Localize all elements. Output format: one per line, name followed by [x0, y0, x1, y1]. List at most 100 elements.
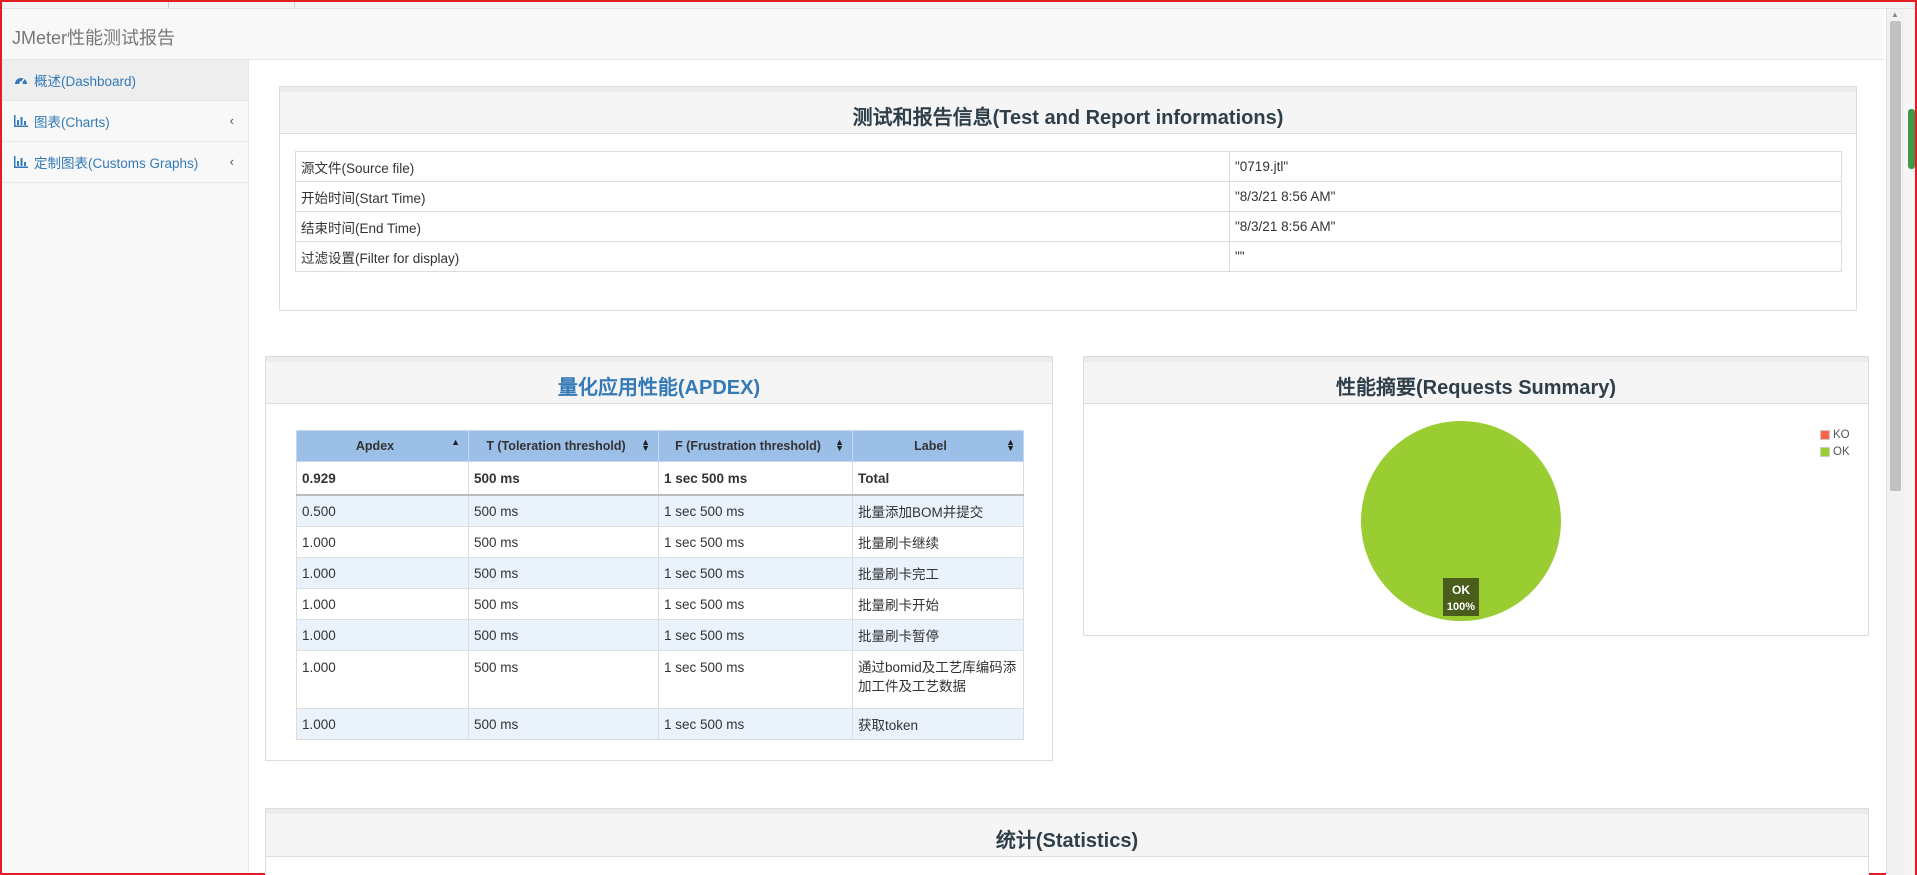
info-key: 结束时间(End Time) — [295, 211, 1230, 242]
col-header-toleration[interactable]: T (Toleration threshold) ▲ ▼ — [468, 430, 659, 462]
cell: 批量刷卡开始 — [852, 588, 1024, 620]
test-info-title: 测试和报告信息(Test and Report informations) — [852, 107, 1284, 129]
cell: 获取token — [852, 708, 1024, 740]
main-content: 测试和报告信息(Test and Report informations) 源文… — [249, 60, 1885, 875]
apdex-title[interactable]: 量化应用性能(APDEX) — [558, 377, 760, 399]
sort-icon: ▲ ▼ — [835, 437, 844, 453]
col-header-apdex[interactable]: Apdex ▲ — [296, 430, 469, 462]
apdex-panel: 量化应用性能(APDEX) Apdex ▲ T (Toleration thres… — [265, 356, 1053, 761]
col-header-label[interactable]: Label ▲ ▼ — [852, 430, 1024, 462]
tab-divider — [294, 2, 295, 8]
table-row: 1.000 500 ms 1 sec 500 ms 通过bomid及工艺库编码添… — [296, 650, 1024, 709]
cell: 500 ms — [468, 494, 659, 527]
cell: 0.500 — [296, 494, 469, 527]
cell: 0.929 — [296, 461, 469, 496]
browser-tab-strip — [2, 2, 1915, 9]
table-row-total: 0.929 500 ms 1 sec 500 ms Total — [296, 461, 1024, 496]
cell: 批量刷卡暂停 — [852, 619, 1024, 651]
summary-header: 性能摘要(Requests Summary) — [1084, 357, 1868, 404]
pie-data-label: OK 100% — [1443, 578, 1479, 616]
statistics-panel: 统计(Statistics) — [265, 808, 1869, 875]
info-value: "0719.jtl" — [1229, 151, 1842, 182]
table-row: 1.000 500 ms 1 sec 500 ms 批量刷卡暂停 — [296, 619, 1024, 651]
table-row: 结束时间(End Time) "8/3/21 8:56 AM" — [295, 211, 1842, 242]
sidebar: 概述(Dashboard) 图表(Charts) ‹ 定制图表(Customs … — [2, 60, 249, 873]
sort-asc-icon: ▲ — [451, 437, 460, 447]
chevron-left-icon[interactable]: ‹ — [230, 154, 234, 169]
cell: 批量添加BOM并提交 — [852, 494, 1024, 527]
cell: 500 ms — [468, 588, 659, 620]
cell: 500 ms — [468, 619, 659, 651]
cell: 500 ms — [468, 650, 659, 709]
top-navbar: JMeter性能测试报告 — [2, 9, 1884, 60]
info-value: "8/3/21 8:56 AM" — [1229, 211, 1842, 242]
side-scroll-indicator — [1908, 109, 1915, 169]
cell: 500 ms — [468, 526, 659, 558]
legend-swatch-ok — [1820, 446, 1830, 457]
col-header-frustration[interactable]: F (Frustration threshold) ▲ ▼ — [658, 430, 853, 462]
cell: 1 sec 500 ms — [658, 619, 853, 651]
cell: 批量刷卡完工 — [852, 557, 1024, 589]
table-row: 1.000 500 ms 1 sec 500 ms 获取token — [296, 708, 1024, 740]
cell: 1 sec 500 ms — [658, 557, 853, 589]
cell: 500 ms — [468, 557, 659, 589]
test-info-panel: 测试和报告信息(Test and Report informations) 源文… — [279, 86, 1857, 311]
chevron-left-icon[interactable]: ‹ — [230, 113, 234, 128]
scroll-up-icon[interactable]: ▲ — [1891, 10, 1899, 19]
info-key: 过滤设置(Filter for display) — [295, 241, 1230, 272]
cell: 500 ms — [468, 708, 659, 740]
table-row: 1.000 500 ms 1 sec 500 ms 批量刷卡开始 — [296, 588, 1024, 620]
cell: 1 sec 500 ms — [658, 708, 853, 740]
legend-label: KO — [1833, 428, 1850, 441]
cell: 1.000 — [296, 708, 469, 740]
info-key: 源文件(Source file) — [295, 151, 1230, 182]
cell: 1.000 — [296, 557, 469, 589]
statistics-title: 统计(Statistics) — [995, 830, 1139, 852]
sidebar-item-label: 概述(Dashboard) — [34, 74, 137, 89]
statistics-header: 统计(Statistics) — [266, 809, 1868, 857]
table-row: 1.000 500 ms 1 sec 500 ms 批量刷卡继续 — [296, 526, 1024, 558]
apdex-header: 量化应用性能(APDEX) — [266, 357, 1052, 404]
legend-item-ko[interactable]: KO — [1820, 426, 1850, 443]
requests-summary-pie-chart: OK 100% — [1361, 421, 1561, 621]
tab-divider — [168, 2, 169, 8]
sort-icon: ▲ ▼ — [1006, 437, 1015, 453]
bar-chart-icon — [14, 155, 28, 169]
legend-swatch-ko — [1820, 429, 1830, 440]
page-scrollbar[interactable]: ▲ — [1886, 9, 1904, 875]
info-value: "8/3/21 8:56 AM" — [1229, 181, 1842, 212]
test-info-table: 源文件(Source file) "0719.jtl" 开始时间(Start T… — [295, 151, 1842, 272]
table-row: 开始时间(Start Time) "8/3/21 8:56 AM" — [295, 181, 1842, 212]
cell: 1 sec 500 ms — [658, 650, 853, 709]
pie-legend: KO OK — [1820, 426, 1850, 460]
data-label-name: OK — [1452, 583, 1470, 597]
table-row: 0.500 500 ms 1 sec 500 ms 批量添加BOM并提交 — [296, 494, 1024, 527]
scrollbar-thumb[interactable] — [1890, 21, 1901, 491]
cell: 通过bomid及工艺库编码添加工件及工艺数据 — [852, 650, 1024, 709]
cell: 500 ms — [468, 461, 659, 496]
cell: 1.000 — [296, 526, 469, 558]
sort-icon: ▲ ▼ — [641, 437, 650, 453]
test-info-header: 测试和报告信息(Test and Report informations) — [280, 87, 1856, 134]
legend-label: OK — [1833, 445, 1850, 458]
cell: 1.000 — [296, 650, 469, 709]
cell: 1 sec 500 ms — [658, 494, 853, 527]
summary-panel: 性能摘要(Requests Summary) OK 100% KO OK — [1083, 356, 1869, 636]
table-row: 过滤设置(Filter for display) "" — [295, 241, 1842, 272]
legend-item-ok[interactable]: OK — [1820, 443, 1850, 460]
sidebar-item-dashboard[interactable]: 概述(Dashboard) — [2, 60, 248, 101]
table-row: 1.000 500 ms 1 sec 500 ms 批量刷卡完工 — [296, 557, 1024, 589]
sidebar-item-custom-graphs[interactable]: 定制图表(Customs Graphs) ‹ — [2, 142, 248, 183]
sidebar-item-label: 图表(Charts) — [34, 115, 110, 130]
sidebar-item-charts[interactable]: 图表(Charts) ‹ — [2, 101, 248, 142]
info-value: "" — [1229, 241, 1842, 272]
dashboard-icon — [14, 73, 28, 87]
sidebar-item-label: 定制图表(Customs Graphs) — [34, 156, 199, 171]
cell: 1.000 — [296, 588, 469, 620]
cell: 1.000 — [296, 619, 469, 651]
app-title[interactable]: JMeter性能测试报告 — [12, 24, 175, 50]
bar-chart-icon — [14, 114, 28, 128]
info-key: 开始时间(Start Time) — [295, 181, 1230, 212]
apdex-table: Apdex ▲ T (Toleration threshold) ▲ ▼ F (Fru… — [296, 430, 1024, 740]
summary-title: 性能摘要(Requests Summary) — [1335, 377, 1617, 399]
